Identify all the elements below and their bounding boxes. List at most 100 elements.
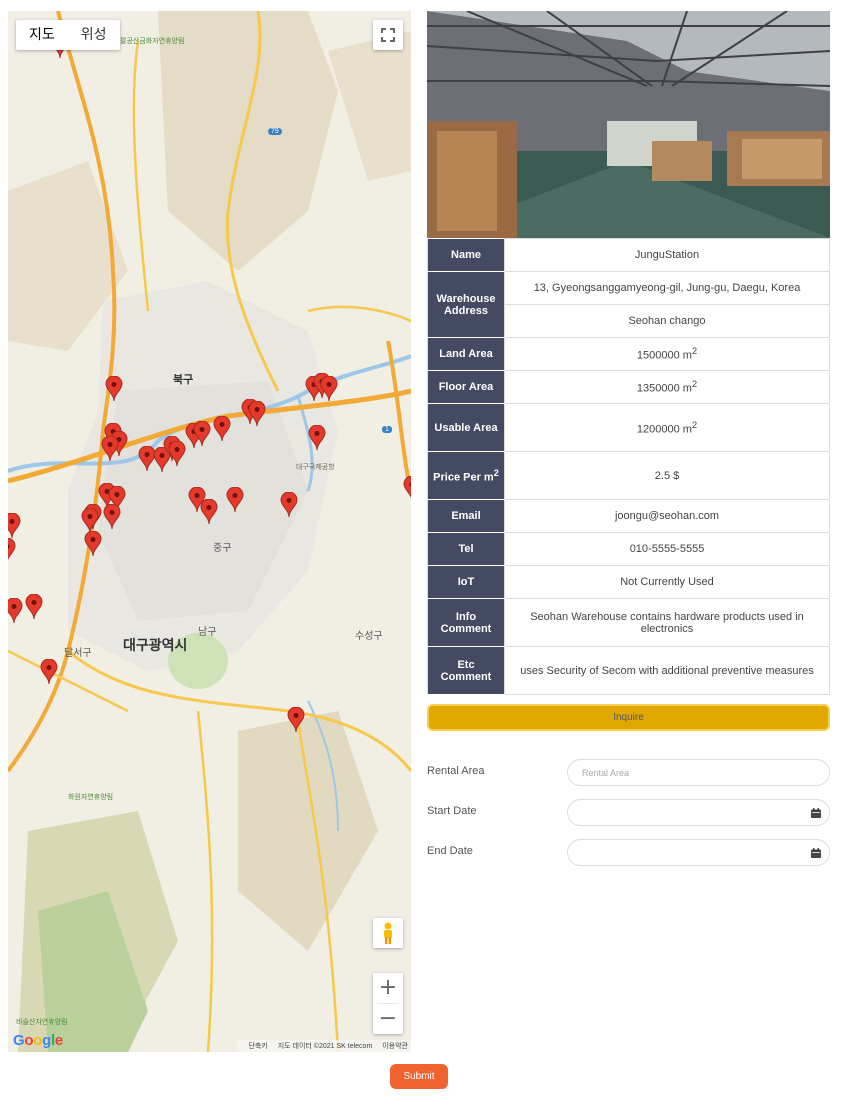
map-marker-icon[interactable] [308, 424, 326, 451]
table-row: Etc Comment uses Security of Secom with … [427, 646, 830, 695]
floor-area-header: Floor Area [427, 370, 505, 404]
map-marker-icon[interactable] [280, 491, 298, 518]
iot-header: IoT [427, 565, 505, 599]
superscript: 2 [691, 379, 698, 390]
iot-value: Not Currently Used [504, 565, 830, 599]
map-marker-icon[interactable] [8, 537, 16, 564]
terms-link[interactable]: 이용약관 [382, 1043, 408, 1050]
map-label-forest3: 비슬산자연휴양림 [16, 1019, 68, 1026]
address-name-value: Seohan chango [504, 304, 830, 338]
warehouse-photo [427, 11, 830, 238]
map-data-text: 지도 데이터 ©2021 SK telecom [277, 1043, 373, 1050]
google-logo: Google [13, 1032, 63, 1049]
email-header: Email [427, 499, 505, 533]
floor-area-value: 1350000 m2 [504, 370, 830, 404]
floor-area-number: 1350000 m [636, 382, 692, 395]
map-label-junggu: 중구 [213, 543, 232, 554]
map-marker-icon[interactable] [193, 420, 211, 447]
map-marker-icon[interactable] [8, 512, 21, 539]
rental-area-input[interactable]: Rental Area [567, 759, 830, 786]
map-marker-icon[interactable] [101, 435, 119, 462]
table-row: Land Area 1500000 m2 [427, 337, 830, 371]
map-label-dalseogu: 달서구 [64, 648, 92, 659]
address-value: 13, Gyeongsanggamyeong-gil, Jung-gu, Dae… [504, 271, 830, 305]
email-value: joongu@seohan.com [504, 499, 830, 533]
tel-value: 010-5555-5555 [504, 532, 830, 566]
end-date-input[interactable] [567, 839, 830, 866]
etc-comment-value: uses Security of Secom with additional p… [504, 646, 830, 695]
map-label-forest: 팔공산금화자연휴양림 [120, 38, 185, 45]
table-row: Floor Area 1350000 m2 [427, 370, 830, 404]
superscript: 2 [493, 467, 499, 478]
submit-button[interactable]: Submit [390, 1064, 448, 1089]
map-marker-icon[interactable] [103, 503, 121, 530]
calendar-icon[interactable] [811, 848, 821, 858]
info-comment-header: Info Comment [427, 598, 505, 647]
superscript: 2 [691, 419, 698, 430]
map-marker-icon[interactable] [248, 400, 266, 427]
map-label-suseonggu: 수성구 [355, 631, 383, 642]
map-marker-icon[interactable] [287, 706, 305, 733]
map-marker-icon[interactable] [200, 498, 218, 525]
start-date-label: Start Date [427, 805, 477, 817]
address-header: Warehouse Address [427, 271, 505, 338]
usable-area-value: 1200000 m2 [504, 403, 830, 452]
map-label-city: 대구광역시 [123, 637, 188, 653]
zoom-out-button[interactable]: − [373, 1004, 403, 1034]
warehouse-image [427, 11, 830, 238]
table-row: Email joongu@seohan.com [427, 499, 830, 533]
table-row: Name JunguStation [427, 238, 830, 272]
land-area-value: 1500000 m2 [504, 337, 830, 371]
map-marker-icon[interactable] [25, 593, 43, 620]
superscript: 2 [691, 346, 698, 357]
price-header: Price Per m2 [427, 451, 505, 500]
map-marker-icon[interactable] [320, 375, 338, 402]
table-row: Warehouse Address 13, Gyeongsanggamyeong… [427, 271, 830, 338]
map-marker-icon[interactable] [213, 415, 231, 442]
map-marker-icon[interactable] [168, 440, 186, 467]
rental-area-label: Rental Area [427, 765, 485, 777]
price-header-text: Price Per m [433, 471, 494, 484]
pegman-icon [384, 922, 392, 944]
table-row: Price Per m2 2.5 $ [427, 451, 830, 500]
warehouse-info-table: Name JunguStation Warehouse Address 13, … [427, 238, 830, 695]
map-marker-icon[interactable] [226, 486, 244, 513]
keyboard-shortcuts-link[interactable]: 단축키 [248, 1043, 267, 1050]
map-marker-icon[interactable] [105, 375, 123, 402]
map-label-forest2: 화원자연휴양림 [68, 794, 114, 801]
usable-area-number: 1200000 m [636, 423, 692, 436]
map-attribution: 단축키 지도 데이터 ©2021 SK telecom 이용약관 [237, 1040, 411, 1052]
map-type-control: 지도 위성 [16, 20, 120, 50]
map-label-bukgu: 북구 [173, 374, 194, 386]
land-area-header: Land Area [427, 337, 505, 371]
etc-comment-header: Etc Comment [427, 646, 505, 695]
street-view-button[interactable] [373, 918, 403, 948]
map-label-airport: 대구국제공항 [296, 464, 335, 471]
map-base [8, 11, 411, 1052]
calendar-icon[interactable] [811, 808, 821, 818]
map-type-map-button[interactable]: 지도 [16, 20, 68, 50]
map-route-badge: 1 [382, 426, 392, 433]
map-marker-icon[interactable] [8, 597, 23, 624]
name-value: JunguStation [504, 238, 830, 272]
start-date-input[interactable] [567, 799, 830, 826]
table-row: Usable Area 1200000 m2 [427, 403, 830, 452]
fullscreen-button[interactable] [373, 20, 403, 50]
info-comment-value: Seohan Warehouse contains hardware produ… [504, 598, 830, 647]
map-type-satellite-button[interactable]: 위성 [68, 20, 120, 50]
map-label-namgu: 남구 [198, 627, 217, 638]
map-marker-icon[interactable] [84, 530, 102, 557]
table-row: Tel 010-5555-5555 [427, 532, 830, 566]
inquire-button[interactable]: Inquire [427, 704, 830, 731]
map[interactable]: 팔공산금화자연휴양림 북구 중구 대구광역시 달서구 남구 수성구 대구국제공항… [8, 11, 411, 1052]
fullscreen-icon [381, 28, 395, 42]
map-marker-icon[interactable] [403, 475, 411, 502]
zoom-in-button[interactable]: + [373, 973, 403, 1003]
tel-header: Tel [427, 532, 505, 566]
map-route-badge: 79 [268, 128, 282, 135]
name-header: Name [427, 238, 505, 272]
land-area-number: 1500000 m [636, 349, 692, 362]
zoom-control: + − [373, 973, 403, 1034]
table-row: Info Comment Seohan Warehouse contains h… [427, 598, 830, 647]
map-marker-icon[interactable] [40, 658, 58, 685]
